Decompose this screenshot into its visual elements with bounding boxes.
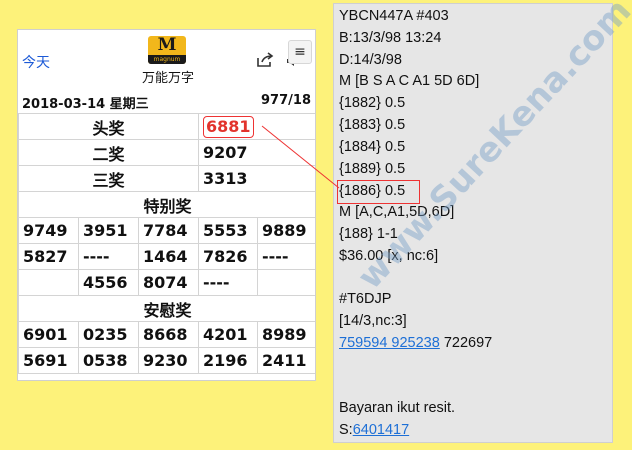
special-number <box>18 269 79 296</box>
consolation-row: 5691 0538 9230 2196 2411 <box>18 347 315 374</box>
consolation-number: 2411 <box>257 347 315 374</box>
special-number: 8074 <box>138 269 199 296</box>
ticket-line <box>339 377 492 399</box>
ticket-line: B:13/3/98 13:24 <box>339 29 442 46</box>
consolation-number: 8668 <box>138 321 199 348</box>
phone-link[interactable]: 759594 925238 <box>339 335 440 351</box>
draw-date: 2018-03-14 星期三 <box>22 97 149 112</box>
menu-icon: ≡ <box>294 44 306 60</box>
second-prize-label: 二奖 <box>18 139 199 166</box>
app-header: 今天 M magnum 万能万字 ≡ <box>18 30 315 86</box>
first-prize-value: 6881 <box>203 115 254 138</box>
app-title: 万能万字 <box>141 71 194 86</box>
ticket-line: Bayaran ikut resit. <box>339 400 456 417</box>
special-number: 9889 <box>257 217 315 244</box>
results-table: 头奖 6881 二奖 9207 三奖 3313 特别奖 9749 3951 77… <box>18 113 315 374</box>
consolation-number: 2196 <box>198 347 258 374</box>
draw-number: 977/18 <box>261 93 311 108</box>
ticket-line: D:14/3/98 <box>339 51 402 68</box>
ticket-line: [14/3,nc:3] <box>339 313 407 330</box>
special-number <box>257 269 315 296</box>
ticket-line: M [B S A C A1 5D 6D] <box>339 73 480 90</box>
consolation-number: 0235 <box>78 321 139 348</box>
highlight-box: {1886} 0.5 <box>337 180 421 205</box>
ticket-line <box>339 355 492 377</box>
special-number: 9749 <box>18 217 79 244</box>
special-number: 5553 <box>198 217 258 244</box>
special-row: 5827 ---- 1464 7826 ---- <box>18 243 315 270</box>
consolation-number: 0538 <box>78 347 139 374</box>
logo-letter: M <box>157 36 177 55</box>
draw-info: 2018-03-14 星期三 977/18 <box>18 90 315 112</box>
first-prize-row: 头奖 6881 <box>18 113 315 140</box>
logo-word: magnum <box>148 55 186 64</box>
magnum-logo: M magnum <box>148 36 186 64</box>
third-prize-value: 3313 <box>198 165 315 192</box>
special-row: 4556 8074 ---- <box>18 269 315 296</box>
consolation-number: 4201 <box>198 321 258 348</box>
ticket-line: 759594 925238 722697 <box>339 333 492 355</box>
second-prize-row: 二奖 9207 <box>18 139 315 166</box>
special-number: ---- <box>257 243 315 270</box>
first-prize-cell: 6881 <box>198 113 315 140</box>
menu-button[interactable]: ≡ <box>288 40 312 64</box>
third-prize-row: 三奖 3313 <box>18 165 315 192</box>
consolation-header-row: 安慰奖 <box>18 295 315 322</box>
consolation-number: 6901 <box>18 321 79 348</box>
ticket-line: #T6DJP <box>339 291 392 308</box>
special-number: 4556 <box>78 269 139 296</box>
today-link[interactable]: 今天 <box>22 52 50 72</box>
share-icon[interactable] <box>256 52 274 68</box>
special-number: ---- <box>78 243 139 270</box>
s-prefix: S: <box>339 422 353 439</box>
third-prize-label: 三奖 <box>18 165 199 192</box>
special-number: 5827 <box>18 243 79 270</box>
consolation-prize-label: 安慰奖 <box>18 295 315 322</box>
special-prize-label: 特别奖 <box>18 191 315 218</box>
ticket-number: 722697 <box>439 334 493 351</box>
special-number: 7784 <box>138 217 199 244</box>
consolation-number: 9230 <box>138 347 199 374</box>
ticket-line: {1882} 0.5 <box>339 95 406 112</box>
lottery-results-panel: 今天 M magnum 万能万字 ≡ 2018-03-14 星期三 977/18… <box>17 29 316 381</box>
consolation-number: 5691 <box>18 347 79 374</box>
ticket-line: S:6401417 <box>339 420 492 442</box>
consolation-number: 8989 <box>257 321 315 348</box>
special-number: ---- <box>198 269 258 296</box>
special-number: 3951 <box>78 217 139 244</box>
consolation-row: 6901 0235 8668 4201 8989 <box>18 321 315 348</box>
second-prize-value: 9207 <box>198 139 315 166</box>
special-row: 9749 3951 7784 5553 9889 <box>18 217 315 244</box>
first-prize-label: 头奖 <box>18 113 199 140</box>
ticket-line: {1883} 0.5 <box>339 116 406 133</box>
special-number: 1464 <box>138 243 199 270</box>
special-number: 7826 <box>198 243 258 270</box>
ticket-line: YBCN447A #403 <box>339 8 449 24</box>
s-link[interactable]: 6401417 <box>353 422 409 438</box>
special-header-row: 特别奖 <box>18 191 315 218</box>
